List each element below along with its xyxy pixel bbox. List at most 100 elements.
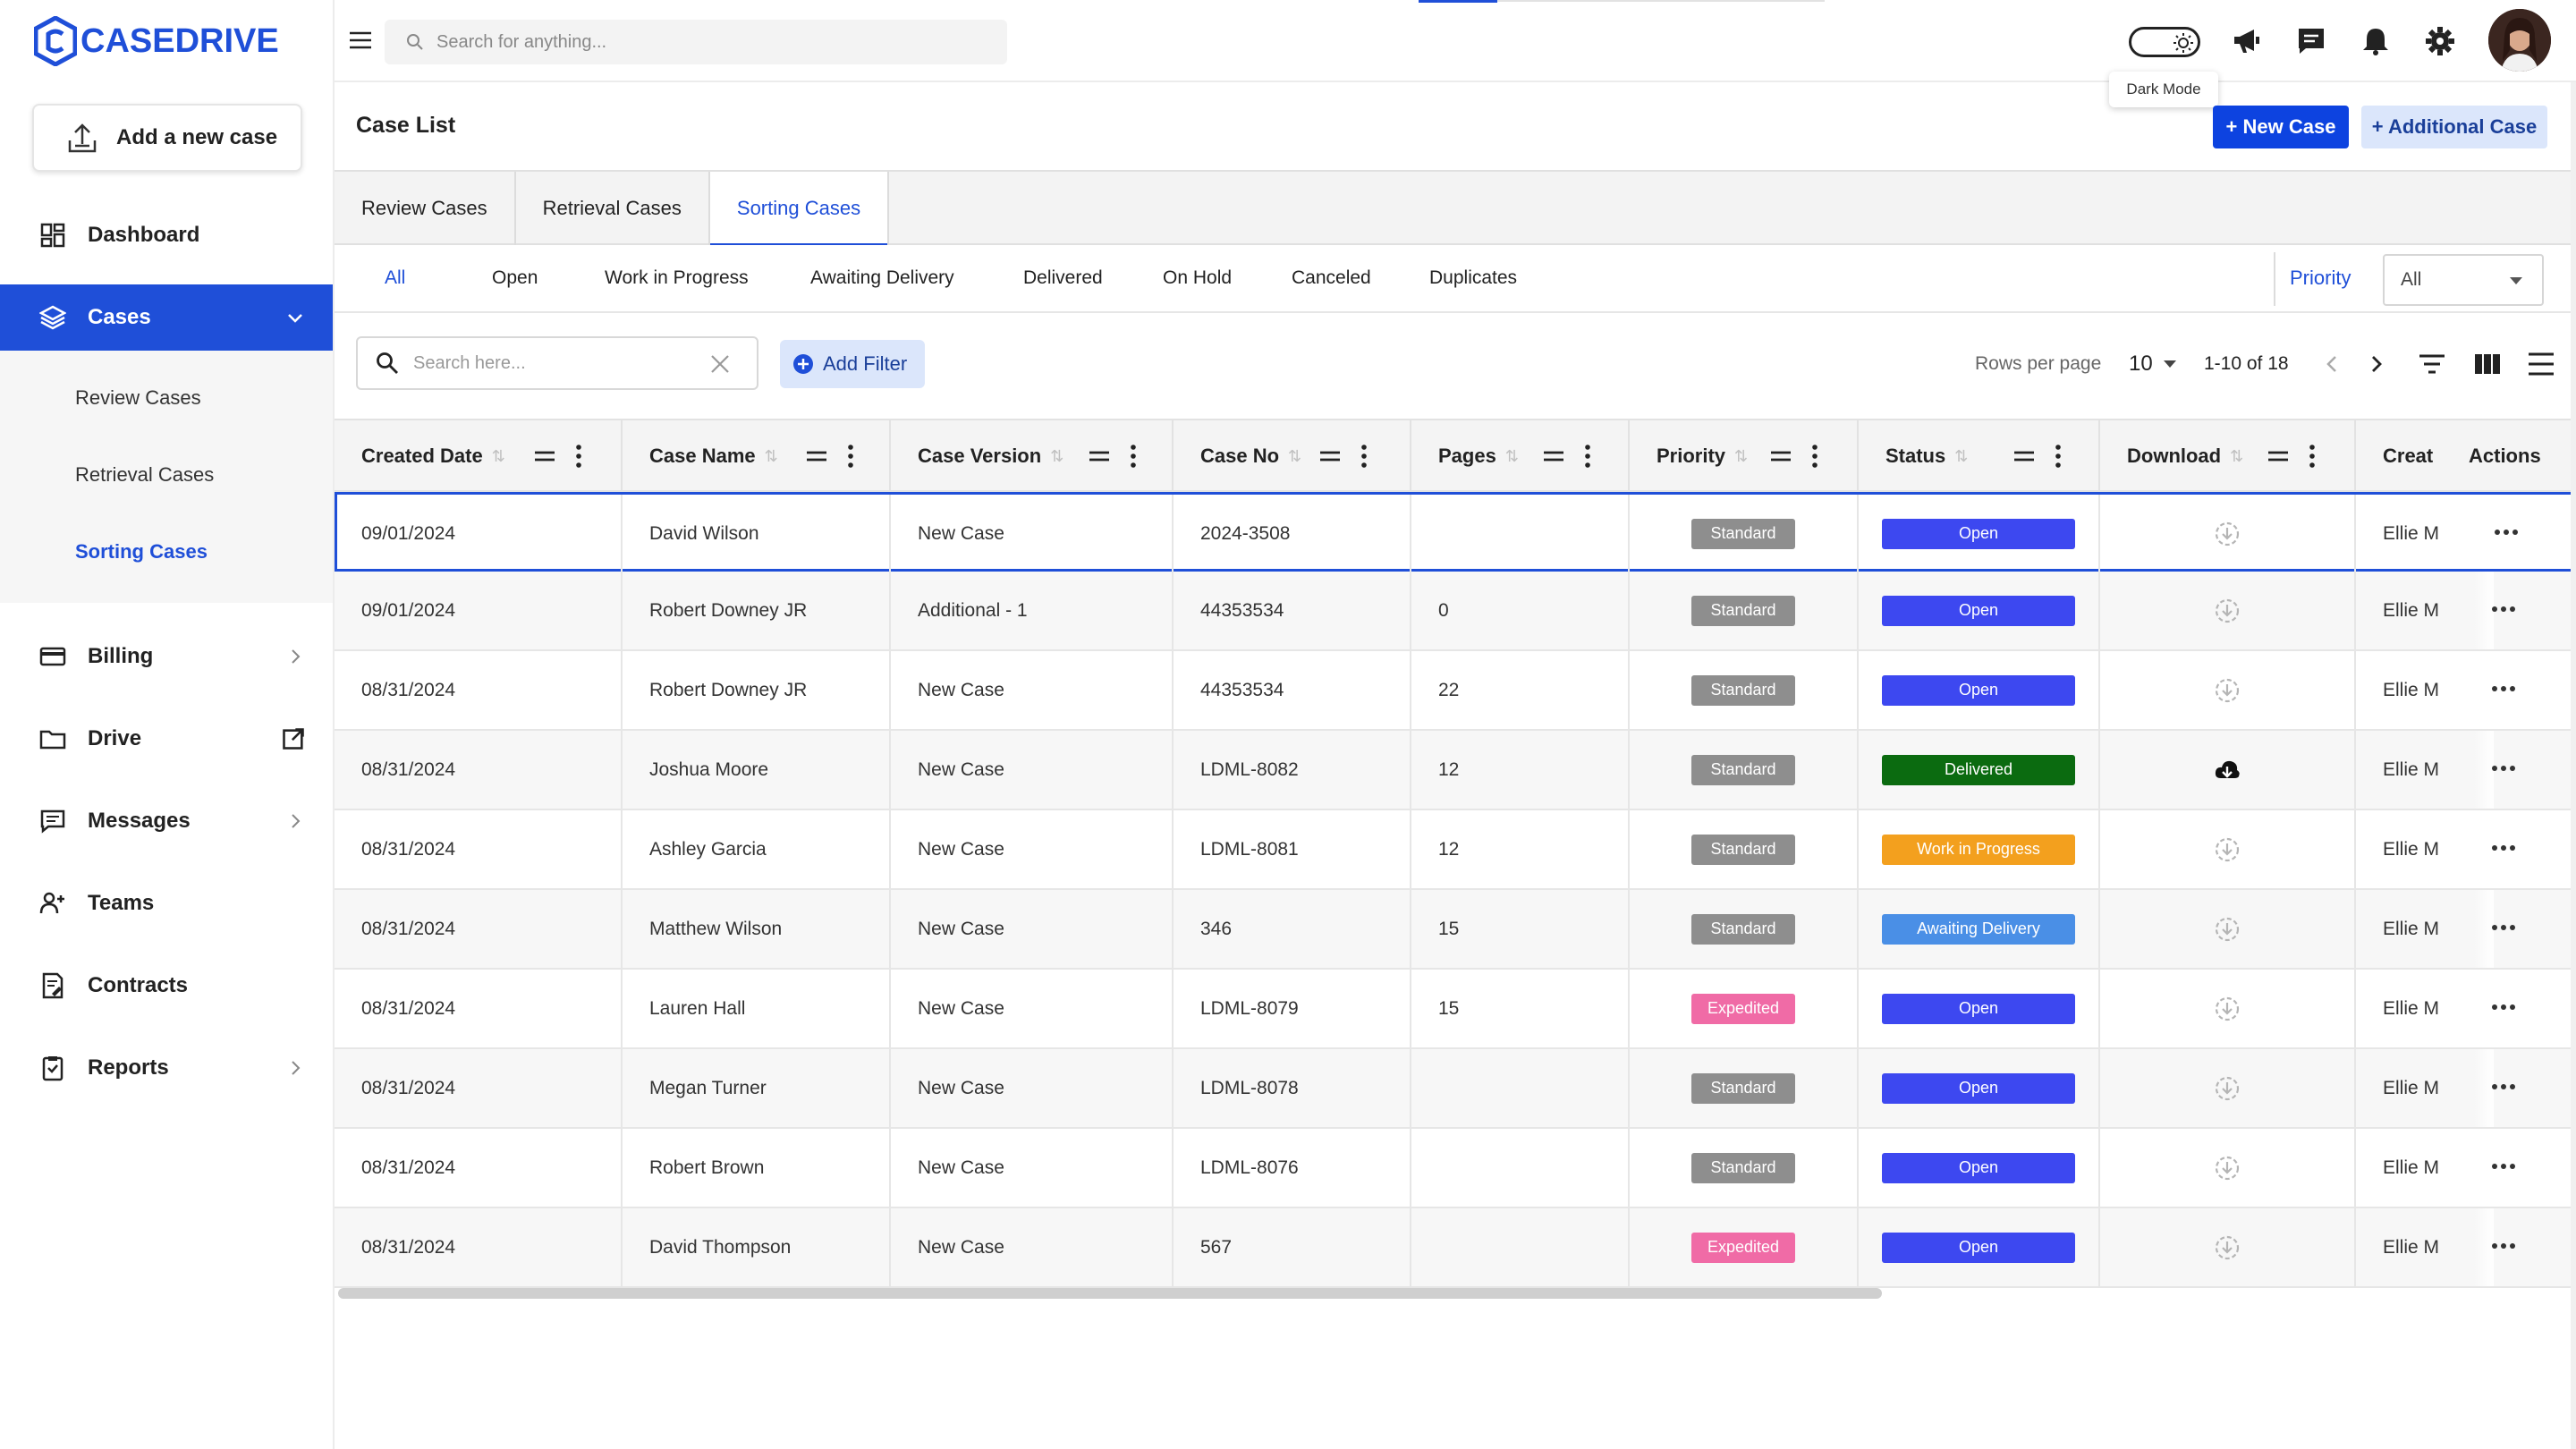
sidebar-item-cases[interactable]: Cases xyxy=(0,284,333,351)
column-menu-icon[interactable] xyxy=(2054,444,2063,469)
table-row[interactable]: 09/01/2024 David Wilson New Case 2024-3508 S… xyxy=(335,492,2576,572)
drag-handle-icon[interactable] xyxy=(805,445,828,467)
table-row[interactable]: 08/31/2024 Ashley Garcia New Case LDML-8081… xyxy=(335,810,2576,890)
close-icon[interactable] xyxy=(710,354,730,374)
sidebar-item-drive[interactable]: Drive xyxy=(0,698,333,780)
drag-handle-icon[interactable] xyxy=(1088,445,1111,467)
more-actions-icon[interactable] xyxy=(2490,683,2517,694)
tab-sorting-cases[interactable]: Sorting Cases xyxy=(709,172,890,247)
sort-icon[interactable]: ⇅ xyxy=(765,447,778,466)
density-icon[interactable] xyxy=(2526,349,2556,379)
column-header-case-name[interactable]: Case Name ⇅ xyxy=(623,420,891,492)
more-actions-icon[interactable] xyxy=(2493,527,2520,538)
column-menu-icon[interactable] xyxy=(1583,444,1592,469)
horizontal-scrollbar[interactable] xyxy=(338,1288,1882,1299)
drag-handle-icon[interactable] xyxy=(1769,445,1792,467)
tab-review-cases[interactable]: Review Cases xyxy=(335,172,516,245)
table-row[interactable]: 08/31/2024 Megan Turner New Case LDML-8078 S… xyxy=(335,1049,2576,1129)
status-tab-awaiting-delivery[interactable]: Awaiting Delivery xyxy=(810,245,954,311)
table-row[interactable]: 09/01/2024 Robert Downey JR Additional - 1… xyxy=(335,572,2576,651)
gear-icon[interactable] xyxy=(2424,25,2456,57)
column-menu-icon[interactable] xyxy=(1360,444,1368,469)
table-row[interactable]: 08/31/2024 David Thompson New Case 567 Exped… xyxy=(335,1208,2576,1288)
column-header-case-version[interactable]: Case Version ⇅ xyxy=(891,420,1174,492)
columns-icon[interactable] xyxy=(2472,349,2503,379)
dark-mode-toggle[interactable] xyxy=(2129,27,2200,57)
add-filter-button[interactable]: Add Filter xyxy=(780,340,925,388)
more-actions-icon[interactable] xyxy=(2490,763,2517,774)
more-actions-icon[interactable] xyxy=(2490,922,2517,933)
new-case-button[interactable]: + New Case xyxy=(2213,106,2349,148)
sort-icon[interactable]: ⇅ xyxy=(2230,447,2243,466)
sidebar-item-contracts[interactable]: Contracts xyxy=(0,945,333,1027)
sidebar-item-teams[interactable]: Teams xyxy=(0,862,333,945)
sort-icon[interactable]: ⇅ xyxy=(1734,447,1748,466)
table-row[interactable]: 08/31/2024 Lauren Hall New Case LDML-8079 15… xyxy=(335,970,2576,1049)
column-menu-icon[interactable] xyxy=(1129,444,1138,469)
status-tab-duplicates[interactable]: Duplicates xyxy=(1429,245,1517,311)
column-header-status[interactable]: Status ⇅ xyxy=(1859,420,2100,492)
rows-per-page-select[interactable]: 10 xyxy=(2129,340,2176,388)
open-external-icon[interactable] xyxy=(281,726,306,751)
sort-icon[interactable]: ⇅ xyxy=(1050,447,1063,466)
filter-icon[interactable] xyxy=(2417,349,2447,379)
table-row[interactable]: 08/31/2024 Joshua Moore New Case LDML-8082 1… xyxy=(335,731,2576,810)
chevron-left-icon[interactable] xyxy=(2318,351,2345,377)
user-avatar[interactable] xyxy=(2488,9,2551,72)
more-actions-icon[interactable] xyxy=(2490,1002,2517,1013)
table-search-input[interactable]: Search here... xyxy=(356,336,758,390)
sidebar-item-billing[interactable]: Billing xyxy=(0,615,333,698)
column-header-creator[interactable]: Creat xyxy=(2356,420,2463,492)
sidebar-item-dashboard[interactable]: Dashboard xyxy=(0,202,333,268)
column-menu-icon[interactable] xyxy=(2308,444,2317,469)
status-tab-on-hold[interactable]: On Hold xyxy=(1163,245,1232,311)
drag-handle-icon[interactable] xyxy=(2267,445,2290,467)
sidebar-subitem-review-cases[interactable]: Review Cases xyxy=(0,360,333,436)
column-header-download[interactable]: Download ⇅ xyxy=(2100,420,2356,492)
sort-icon[interactable]: ⇅ xyxy=(1505,447,1519,466)
cloud-download-icon[interactable] xyxy=(2213,756,2241,784)
status-tab-open[interactable]: Open xyxy=(492,245,538,311)
column-menu-icon[interactable] xyxy=(1810,444,1819,469)
additional-case-button[interactable]: + Additional Case xyxy=(2361,106,2547,148)
drag-handle-icon[interactable] xyxy=(2012,445,2036,467)
sort-icon[interactable]: ⇅ xyxy=(492,447,505,466)
sort-icon[interactable]: ⇅ xyxy=(1954,447,1968,466)
vertical-scroll-track[interactable] xyxy=(2571,82,2576,1449)
sort-icon[interactable]: ⇅ xyxy=(1288,447,1301,466)
sidebar-subitem-retrieval-cases[interactable]: Retrieval Cases xyxy=(0,436,333,513)
megaphone-icon[interactable] xyxy=(2231,25,2263,57)
bell-icon[interactable] xyxy=(2360,25,2392,57)
app-logo[interactable]: CASEDRIVE xyxy=(34,16,279,66)
more-actions-icon[interactable] xyxy=(2490,604,2517,614)
sidebar-item-reports[interactable]: Reports xyxy=(0,1027,333,1109)
more-actions-icon[interactable] xyxy=(2490,843,2517,853)
drag-handle-icon[interactable] xyxy=(1318,445,1342,467)
priority-filter-select[interactable]: All xyxy=(2383,254,2544,306)
chat-icon[interactable] xyxy=(2295,25,2327,57)
add-new-case-button[interactable]: Add a new case xyxy=(32,104,302,172)
global-search-input[interactable]: Search for anything... xyxy=(385,20,1007,64)
table-row[interactable]: 08/31/2024 Robert Downey JR New Case 443535… xyxy=(335,651,2576,731)
more-actions-icon[interactable] xyxy=(2490,1161,2517,1172)
table-row[interactable]: 08/31/2024 Matthew Wilson New Case 346 15 Sta… xyxy=(335,890,2576,970)
sidebar-subitem-sorting-cases[interactable]: Sorting Cases xyxy=(0,513,333,590)
drag-handle-icon[interactable] xyxy=(533,445,556,467)
status-tab-canceled[interactable]: Canceled xyxy=(1292,245,1371,311)
more-actions-icon[interactable] xyxy=(2490,1081,2517,1092)
drag-handle-icon[interactable] xyxy=(1542,445,1565,467)
column-menu-icon[interactable] xyxy=(574,444,583,469)
table-row[interactable]: 08/31/2024 Robert Brown New Case LDML-8076 S… xyxy=(335,1129,2576,1208)
column-header-priority[interactable]: Priority ⇅ xyxy=(1630,420,1859,492)
column-header-created-date[interactable]: Created Date ⇅ xyxy=(335,420,623,492)
more-actions-icon[interactable] xyxy=(2490,1241,2517,1251)
chevron-right-icon[interactable] xyxy=(2363,351,2390,377)
status-tab-delivered[interactable]: Delivered xyxy=(1023,245,1103,311)
tab-retrieval-cases[interactable]: Retrieval Cases xyxy=(516,172,710,245)
status-tab-work-in-progress[interactable]: Work in Progress xyxy=(605,245,749,311)
column-menu-icon[interactable] xyxy=(846,444,855,469)
sidebar-item-messages[interactable]: Messages xyxy=(0,780,333,862)
status-tab-all[interactable]: All xyxy=(385,245,405,311)
column-header-pages[interactable]: Pages ⇅ xyxy=(1411,420,1630,492)
column-header-case-no[interactable]: Case No ⇅ xyxy=(1174,420,1411,492)
